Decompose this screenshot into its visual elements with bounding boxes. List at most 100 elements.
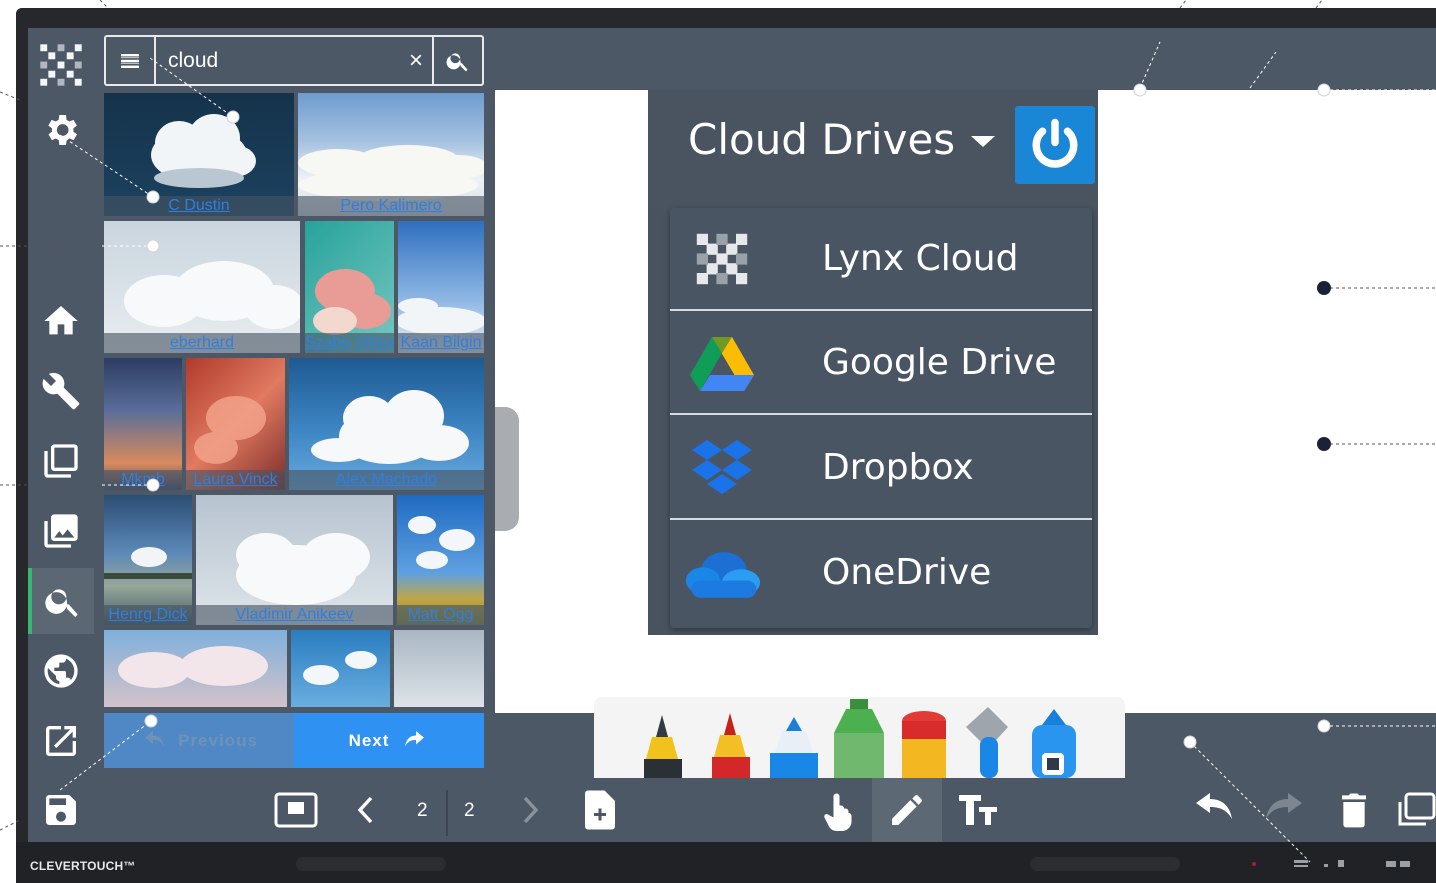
total-page-count: 2 xyxy=(464,800,475,821)
image-credit[interactable]: Vladimir Anikeev xyxy=(196,605,393,625)
next-label: Next xyxy=(348,730,390,750)
previous-page-button[interactable] xyxy=(345,778,387,842)
top-strip xyxy=(495,28,1436,90)
onedrive-icon xyxy=(682,538,762,608)
image-result[interactable]: Szabo Viktor xyxy=(305,221,394,353)
home-icon xyxy=(44,306,78,335)
cloud-drive-item[interactable]: Lynx Cloud xyxy=(670,208,1092,311)
monitor-bezel-top xyxy=(16,8,1436,28)
image-result[interactable]: Henrg Dick xyxy=(104,495,192,625)
image-result[interactable]: Kaan Bilgin xyxy=(398,221,484,353)
window-layout-icon xyxy=(274,792,318,828)
cloud-drive-label: Dropbox xyxy=(822,447,974,488)
image-credit[interactable]: C Dustin xyxy=(104,196,294,216)
image-result[interactable]: eberhard xyxy=(104,221,300,353)
paint-pot-icon xyxy=(902,711,946,778)
monitor-bezel-left xyxy=(16,8,28,883)
add-page-icon xyxy=(585,790,615,830)
screenshot-stage: × C Dustin Pero Kalimero eberhard Szabo … xyxy=(0,0,1436,883)
pages-button[interactable] xyxy=(28,428,94,494)
next-page-button[interactable] xyxy=(509,778,551,842)
image-credit[interactable]: Pero Kalimero xyxy=(298,196,484,216)
undo-button[interactable] xyxy=(1186,778,1242,842)
page-separator xyxy=(446,790,448,836)
image-credit[interactable]: Alex Machado xyxy=(289,470,484,490)
cloud-drive-item[interactable]: OneDrive xyxy=(670,521,1092,624)
image-credit[interactable]: Szabo Viktor xyxy=(305,333,394,353)
image-result[interactable] xyxy=(104,630,287,707)
cloud-drives-dropdown[interactable]: Cloud Drives xyxy=(688,115,996,164)
brand-logo-text: CLEVERTOUCH™ xyxy=(30,859,136,873)
image-result[interactable]: Laura Vinck xyxy=(186,358,285,490)
paint-bucket-icon xyxy=(966,707,1008,778)
external-link-button[interactable] xyxy=(28,708,94,774)
save-button[interactable] xyxy=(28,778,94,842)
image-result[interactable]: Pero Kalimero xyxy=(298,93,484,216)
add-page-button[interactable] xyxy=(574,778,626,842)
image-credit[interactable]: Henrg Dick xyxy=(104,605,192,625)
search-submit-button[interactable] xyxy=(432,37,482,84)
image-credit[interactable]: eberhard xyxy=(104,333,300,353)
chevron-right-icon xyxy=(523,796,539,824)
power-button[interactable] xyxy=(1015,106,1095,184)
stamp-fill-icon xyxy=(1032,709,1076,778)
image-credit[interactable]: Kaan Bilgin xyxy=(398,333,484,353)
image-result[interactable]: C Dustin xyxy=(104,93,294,216)
image-result[interactable]: Alex Machado xyxy=(289,358,484,490)
hamburger-icon xyxy=(121,53,139,68)
text-tool-button[interactable] xyxy=(950,778,1006,842)
undo-arrow-icon xyxy=(145,730,165,747)
previous-button[interactable]: Previous xyxy=(104,713,294,768)
image-result[interactable]: Mkmb xyxy=(104,358,182,490)
external-link-icon xyxy=(46,726,76,756)
lynx-logo-button[interactable] xyxy=(28,32,94,98)
image-credit[interactable]: Mkmb xyxy=(104,470,182,490)
undo-icon xyxy=(1196,793,1232,819)
pen-tool-button[interactable] xyxy=(872,778,942,842)
image-result[interactable]: Vladimir Anikeev xyxy=(196,495,393,625)
panel-collapse-handle[interactable] xyxy=(495,407,519,531)
caret-down-icon xyxy=(971,136,996,147)
power-indicator-light xyxy=(1252,862,1256,866)
next-button[interactable]: Next xyxy=(294,713,484,768)
pages-icon xyxy=(44,444,78,478)
search-rail-button[interactable] xyxy=(28,568,94,634)
red-highlighter-icon xyxy=(712,713,750,778)
blue-marker-icon xyxy=(770,717,818,778)
image-result[interactable] xyxy=(394,630,484,707)
bezel-buttons-icon xyxy=(1294,860,1410,867)
select-touch-button[interactable] xyxy=(808,778,868,842)
toggle-panel-button[interactable] xyxy=(268,778,324,842)
save-icon xyxy=(46,795,76,825)
settings-button[interactable] xyxy=(28,97,94,163)
search-icon xyxy=(45,589,78,617)
redo-button[interactable] xyxy=(1256,778,1312,842)
touch-hand-icon xyxy=(824,793,852,831)
image-credit[interactable]: Laura Vinck xyxy=(186,470,285,490)
pen-tray xyxy=(594,697,1125,778)
delete-button[interactable] xyxy=(1326,778,1382,842)
dropbox-icon xyxy=(682,433,762,503)
clear-search-button[interactable]: × xyxy=(400,43,432,79)
current-page-number[interactable]: 2 xyxy=(417,800,428,822)
cloud-photo-icon xyxy=(118,646,268,688)
image-credit[interactable]: Matt Ogg xyxy=(397,605,484,625)
media-button[interactable] xyxy=(28,498,94,564)
duplicate-button[interactable] xyxy=(1396,778,1436,842)
pens-illustration xyxy=(644,699,1076,778)
search-menu-button[interactable] xyxy=(106,37,156,84)
bezel-sensor xyxy=(1030,857,1180,871)
search-bar: × xyxy=(104,35,484,86)
cloud-drive-item[interactable]: Dropbox xyxy=(670,417,1092,520)
yellow-highlighter-icon xyxy=(644,715,682,778)
tools-button[interactable] xyxy=(28,358,94,424)
cloud-drive-item[interactable]: Google Drive xyxy=(670,312,1092,415)
web-button[interactable] xyxy=(28,638,94,704)
image-result[interactable]: Matt Ogg xyxy=(397,495,484,625)
search-input[interactable] xyxy=(168,47,398,75)
home-button[interactable] xyxy=(28,288,94,354)
image-result[interactable] xyxy=(291,630,390,707)
globe-icon xyxy=(44,654,78,688)
image-library-icon xyxy=(44,514,78,548)
power-icon xyxy=(1032,118,1078,168)
